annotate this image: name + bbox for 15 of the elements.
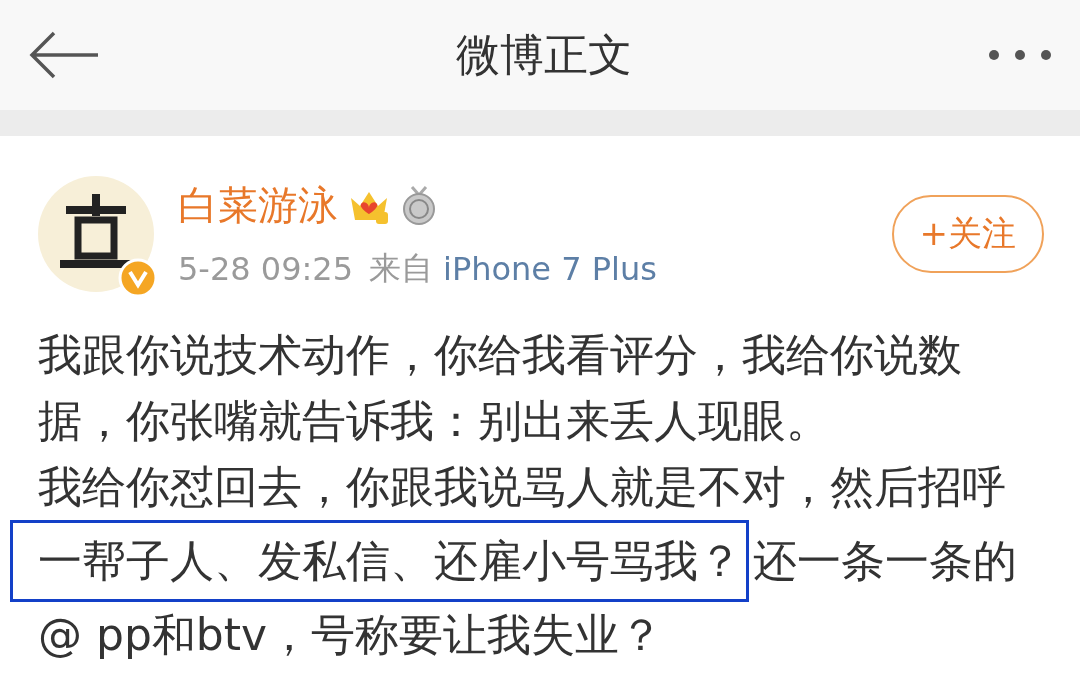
post-text: @ pp和btv，号称要让我失业？ — [38, 608, 664, 662]
page-title: 微博正文 — [456, 27, 632, 82]
follow-button[interactable]: +关注 — [891, 195, 1044, 273]
post-time: 5-28 09:25 — [178, 249, 353, 288]
highlighted-text: 一帮子人、发私信、还雇小号骂我？ — [10, 520, 749, 602]
medal-icon — [400, 185, 438, 225]
back-icon[interactable] — [28, 30, 100, 80]
post-text: 我跟你说技术动作，你给我看评分，我给你说数 — [38, 328, 962, 382]
more-icon[interactable] — [988, 49, 1052, 61]
source-device[interactable]: iPhone 7 Plus — [443, 249, 657, 288]
source-label: 来自 — [369, 247, 433, 289]
author-name[interactable]: 白菜游泳 — [178, 177, 338, 233]
post-text: 我给你怼回去，你跟我说骂人就是不对，然后招呼 — [38, 460, 1006, 514]
post-text: 据，你张嘴就告诉我：别出来丢人现眼。 — [38, 394, 830, 448]
post-text: 还一条一条的 — [753, 534, 1017, 588]
